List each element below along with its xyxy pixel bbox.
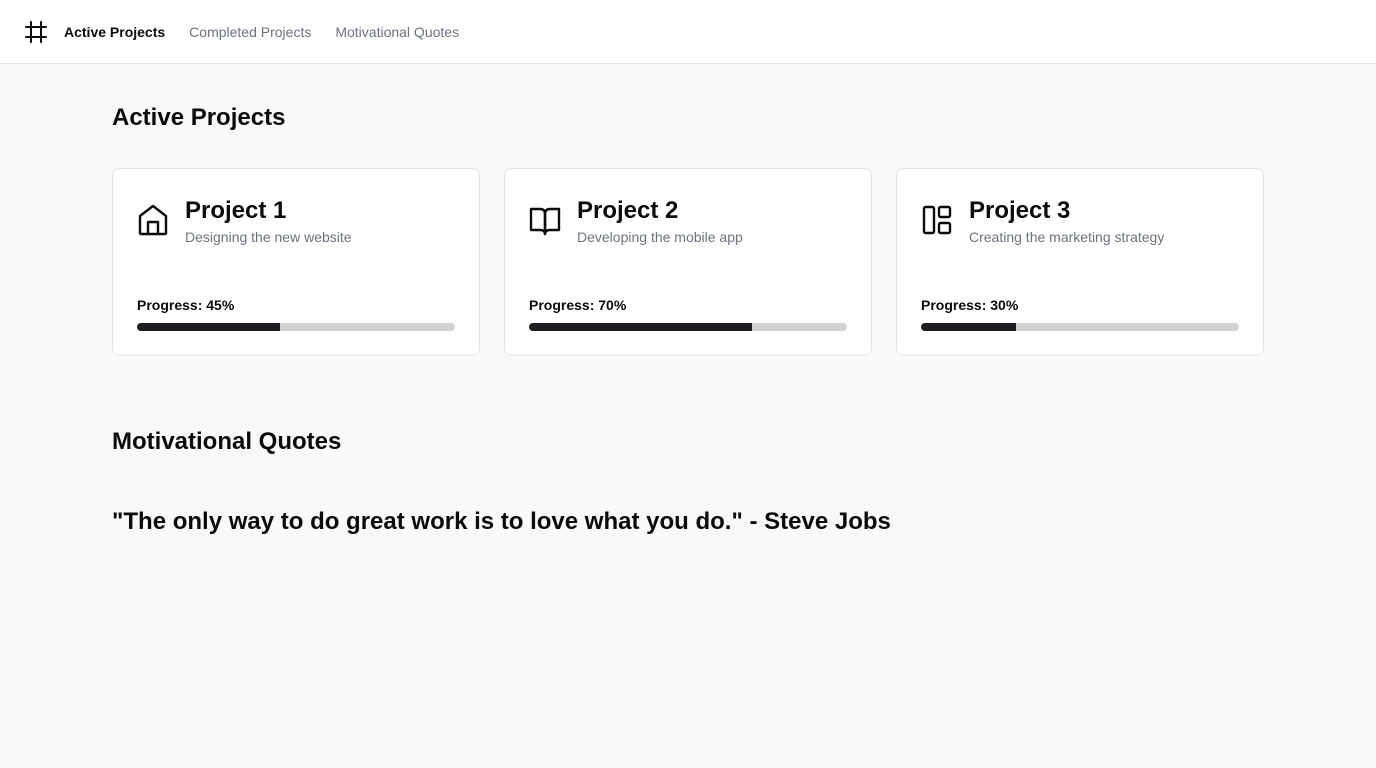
home-icon <box>137 203 169 237</box>
progress-label: Progress: 30% <box>921 297 1019 313</box>
nav-link-active-projects[interactable]: Active Projects <box>64 24 165 40</box>
project-card[interactable]: Project 3 Creating the marketing strateg… <box>896 168 1264 356</box>
progress-bar-fill <box>137 323 281 331</box>
nav-link-completed-projects[interactable]: Completed Projects <box>189 24 311 40</box>
progress-bar-fill <box>529 323 752 331</box>
project-description: Developing the mobile app <box>577 229 743 245</box>
project-card[interactable]: Project 2 Developing the mobile app Prog… <box>504 168 872 356</box>
project-title: Project 3 <box>969 197 1071 224</box>
book-open-icon <box>529 203 561 237</box>
project-cards: Project 1 Designing the new website Prog… <box>112 168 1264 356</box>
project-description: Designing the new website <box>185 229 352 245</box>
hash-icon[interactable] <box>24 20 48 44</box>
top-navigation-bar: Active Projects Completed Projects Motiv… <box>0 0 1376 64</box>
progress-bar <box>921 323 1239 331</box>
layout-icon <box>921 203 953 237</box>
progress-label: Progress: 45% <box>137 297 235 313</box>
motivational-quotes-heading: Motivational Quotes <box>112 428 342 455</box>
project-card[interactable]: Project 1 Designing the new website Prog… <box>112 168 480 356</box>
project-title: Project 2 <box>577 197 679 224</box>
project-description: Creating the marketing strategy <box>969 229 1165 245</box>
progress-bar <box>529 323 847 331</box>
nav-link-motivational-quotes[interactable]: Motivational Quotes <box>335 24 459 40</box>
project-title: Project 1 <box>185 197 287 224</box>
motivational-quote: "The only way to do great work is to lov… <box>112 508 891 535</box>
progress-bar <box>137 323 455 331</box>
active-projects-heading: Active Projects <box>112 104 286 131</box>
progress-label: Progress: 70% <box>529 297 627 313</box>
progress-bar-fill <box>921 323 1017 331</box>
